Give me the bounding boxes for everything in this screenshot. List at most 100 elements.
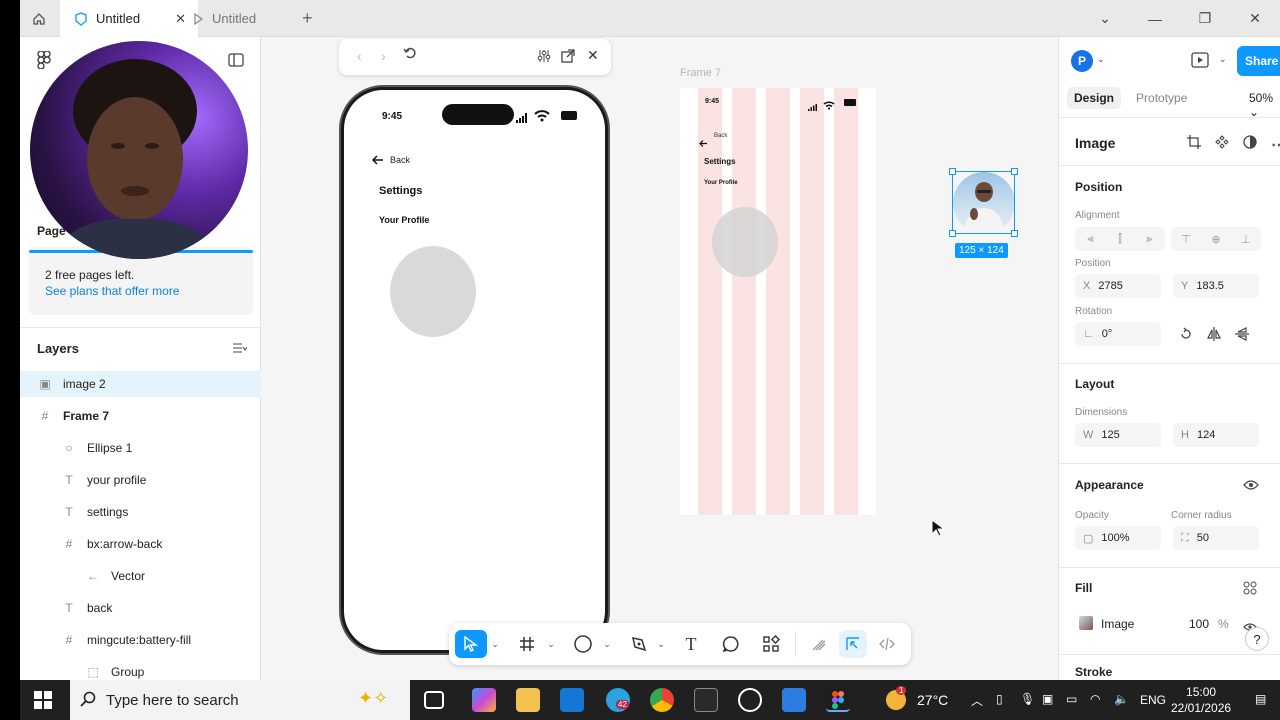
- language-indicator[interactable]: ENG: [1140, 693, 1166, 707]
- photos-icon[interactable]: [782, 688, 806, 712]
- chevron-down-icon[interactable]: ⌄: [1097, 54, 1105, 65]
- align-right-icon[interactable]: ⫸: [1146, 233, 1152, 246]
- resize-handle[interactable]: [949, 168, 956, 175]
- task-view-icon[interactable]: [424, 691, 444, 709]
- present-icon[interactable]: [1191, 52, 1209, 73]
- clock[interactable]: 15:00 22/01/2026: [1171, 684, 1231, 716]
- rotation-field[interactable]: ∟ 0°: [1075, 322, 1161, 346]
- layer-row[interactable]: Tsettings: [20, 499, 261, 525]
- pen-tool-button[interactable]: [625, 630, 653, 658]
- settings-sliders-icon[interactable]: [537, 49, 551, 66]
- frame-tool-button[interactable]: [513, 630, 541, 658]
- x-position-field[interactable]: X 2785: [1075, 274, 1161, 298]
- chrome-icon[interactable]: [650, 688, 674, 712]
- more-icon[interactable]: ⋯: [1271, 135, 1280, 155]
- height-field[interactable]: H 124: [1173, 423, 1259, 447]
- fill-opacity[interactable]: 100: [1189, 617, 1209, 631]
- zoom-level[interactable]: 50% ⌄: [1249, 91, 1280, 119]
- close-window-icon[interactable]: ✕: [1230, 10, 1280, 27]
- sidebar-toggle-icon[interactable]: [228, 53, 244, 72]
- frame-7[interactable]: 9:45 Back Settings Your Profile: [680, 88, 876, 515]
- mask-icon[interactable]: [1243, 135, 1257, 155]
- figma-menu[interactable]: [37, 51, 51, 69]
- align-left-icon[interactable]: ⫷: [1087, 233, 1093, 246]
- chevron-down-icon[interactable]: ⌄: [1219, 54, 1227, 65]
- align-center-h-icon[interactable]: ⫿: [1118, 233, 1122, 246]
- styles-grid-icon[interactable]: [1243, 581, 1257, 600]
- comment-tool-button[interactable]: [717, 630, 745, 658]
- help-button[interactable]: ?: [1245, 627, 1269, 651]
- flip-vertical-icon[interactable]: [1235, 327, 1249, 346]
- volume-icon[interactable]: 🔈: [1114, 692, 1129, 706]
- forward-nav-icon[interactable]: ›: [381, 48, 386, 64]
- terminal-icon[interactable]: [694, 688, 718, 712]
- battery-tray-icon[interactable]: ▭: [1066, 692, 1077, 706]
- figma-app-icon[interactable]: [826, 688, 850, 712]
- copilot-icon[interactable]: [472, 688, 496, 712]
- chevron-down-icon[interactable]: ⌄: [655, 630, 667, 658]
- see-plans-link[interactable]: See plans that offer more: [45, 284, 180, 298]
- tab-untitled-prototype[interactable]: Untitled: [178, 0, 296, 37]
- chevron-down-icon[interactable]: ⌄: [601, 630, 613, 658]
- microphone-icon[interactable]: 🎙: [1020, 692, 1035, 706]
- wifi-tray-icon[interactable]: ◠: [1090, 692, 1100, 706]
- share-button[interactable]: Share: [1237, 46, 1280, 76]
- eye-icon[interactable]: [1243, 478, 1259, 496]
- move-tool-button[interactable]: [455, 630, 487, 658]
- flip-horizontal-icon[interactable]: [1207, 327, 1221, 346]
- resize-handle[interactable]: [1011, 168, 1018, 175]
- chevron-down-icon[interactable]: ⌄: [489, 630, 501, 658]
- home-icon[interactable]: [20, 0, 58, 37]
- resize-handle[interactable]: [1011, 230, 1018, 237]
- weather-icon[interactable]: 1: [886, 686, 907, 710]
- frame-7-label[interactable]: Frame 7: [680, 67, 721, 79]
- shape-tool-button[interactable]: [569, 630, 597, 658]
- layers-options-icon[interactable]: [233, 341, 248, 359]
- obs-icon[interactable]: [738, 688, 762, 712]
- resize-handle[interactable]: [949, 230, 956, 237]
- back-nav-icon[interactable]: ‹: [357, 48, 362, 64]
- layer-row[interactable]: Tback: [20, 595, 261, 621]
- chevron-down-icon[interactable]: ⌄: [1080, 10, 1130, 27]
- notifications-icon[interactable]: ▤: [1255, 692, 1266, 706]
- temperature[interactable]: 27°C: [917, 692, 948, 708]
- corner-radius-field[interactable]: ⛶ 50: [1173, 526, 1259, 550]
- tab-prototype[interactable]: Prototype: [1129, 87, 1194, 109]
- opacity-field[interactable]: ▢ 100%: [1075, 526, 1161, 550]
- open-external-icon[interactable]: [561, 49, 575, 66]
- layer-row[interactable]: ▣ image 2: [20, 371, 261, 397]
- width-field[interactable]: W 125: [1075, 423, 1161, 447]
- outlook-icon[interactable]: [560, 688, 584, 712]
- layer-row[interactable]: ⬚ Group: [20, 659, 261, 680]
- telegram-icon[interactable]: 42: [606, 688, 630, 712]
- restore-icon[interactable]: ❐: [1180, 10, 1230, 27]
- crop-icon[interactable]: [1187, 135, 1201, 155]
- design-mode-button[interactable]: [839, 630, 867, 658]
- draw-mode-button[interactable]: [805, 630, 833, 658]
- canvas[interactable]: ‹ › ✕ 9:45 Back Settings Your Profile Fr…: [261, 37, 1058, 680]
- windows-start-icon[interactable]: [34, 691, 52, 714]
- image-fill-thumbnail[interactable]: [1079, 616, 1093, 630]
- layer-row[interactable]: # bx:arrow-back: [20, 531, 261, 557]
- layer-row[interactable]: # Frame 7: [20, 403, 261, 429]
- chevron-up-icon[interactable]: ︿: [971, 692, 983, 709]
- layer-row[interactable]: ○ Ellipse 1: [20, 435, 261, 461]
- taskbar-search-box[interactable]: Type here to search ✦✧: [70, 680, 410, 720]
- layer-row[interactable]: # mingcute:battery-fill: [20, 627, 261, 653]
- file-explorer-icon[interactable]: [516, 688, 540, 712]
- close-preview-icon[interactable]: ✕: [587, 47, 599, 64]
- y-position-field[interactable]: Y 183.5: [1173, 274, 1259, 298]
- tab-design[interactable]: Design: [1067, 87, 1122, 109]
- text-tool-button[interactable]: T: [677, 630, 705, 658]
- system-tray-icon[interactable]: ▯: [996, 692, 1003, 706]
- restart-icon[interactable]: [403, 46, 417, 63]
- layer-row[interactable]: ← Vector: [20, 563, 261, 589]
- chevron-down-icon[interactable]: ⌄: [545, 630, 557, 658]
- rotate-icon[interactable]: [1179, 327, 1193, 346]
- fill-type[interactable]: Image: [1101, 617, 1134, 631]
- add-tab-icon[interactable]: +: [302, 8, 313, 29]
- minimize-icon[interactable]: —: [1130, 11, 1180, 27]
- align-bottom-icon[interactable]: ⊥: [1241, 233, 1251, 246]
- align-top-icon[interactable]: ⊤: [1181, 233, 1191, 246]
- avatar[interactable]: P: [1071, 50, 1093, 72]
